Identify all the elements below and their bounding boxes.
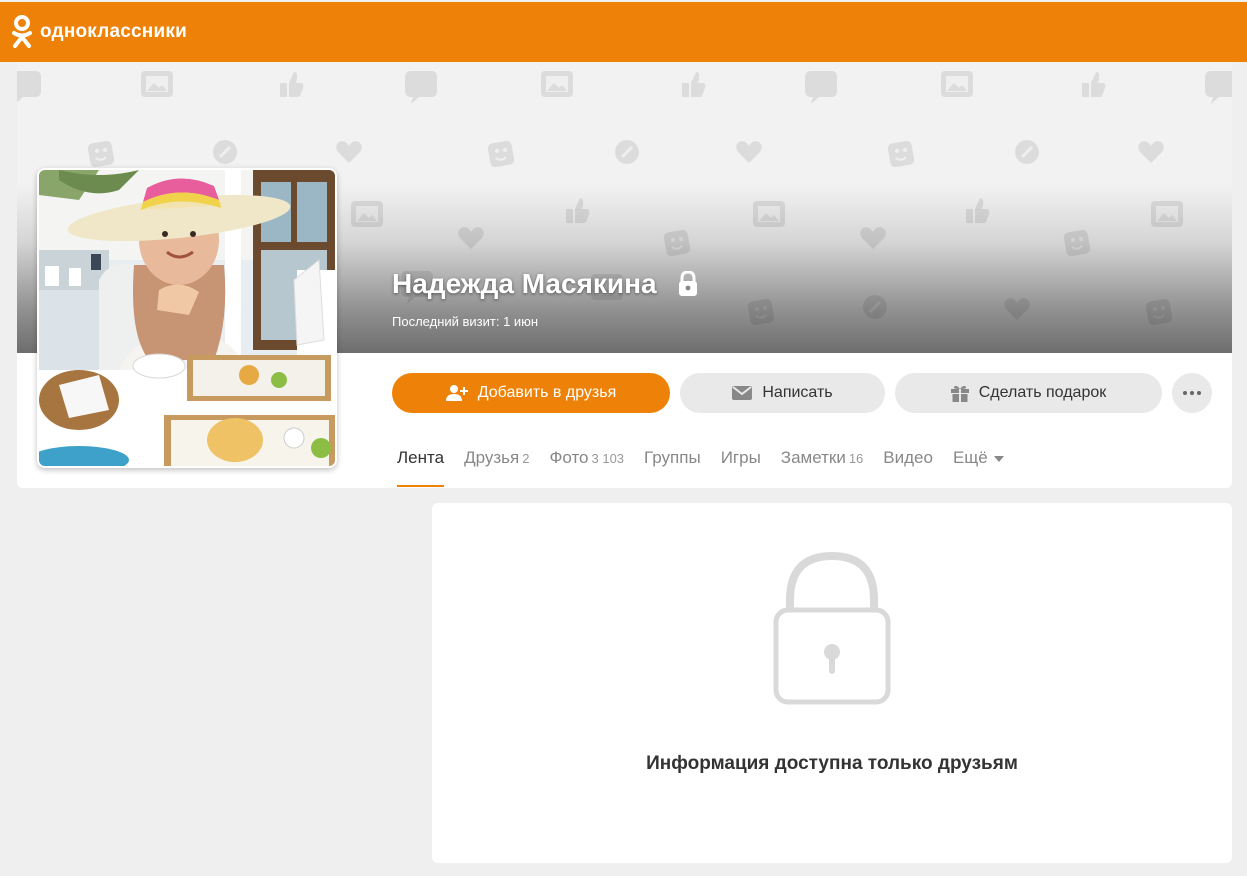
brand-name: одноклассники (40, 21, 187, 42)
tab-feed[interactable]: Лента (397, 437, 445, 487)
avatar-photo (39, 170, 335, 466)
private-profile-lock-icon (678, 271, 697, 296)
more-actions-button[interactable] (1172, 373, 1212, 413)
tab-label: Лента (397, 448, 445, 467)
write-message-label: Написать (762, 384, 833, 401)
more-dots-icon (1183, 391, 1201, 395)
tab-label: Игры (720, 448, 761, 467)
tab-photos[interactable]: Фото 3 103 (549, 437, 624, 487)
profile-name-row: Надежда Масякина (392, 268, 699, 300)
tab-games[interactable]: Игры (721, 437, 761, 487)
tab-count: 2 (522, 451, 530, 466)
add-friend-button[interactable]: Добавить в друзья (392, 373, 670, 413)
make-gift-button[interactable]: Сделать подарок (895, 373, 1162, 413)
profile-card: Надежда Масякина Последний визит: 1 июн … (17, 62, 1232, 488)
top-bar: одноклассники (0, 2, 1247, 62)
brand-logo-link[interactable]: одноклассники (10, 14, 187, 50)
ok-logo-icon (12, 15, 32, 48)
add-user-icon (445, 384, 468, 402)
tab-video[interactable]: Видео (883, 437, 933, 487)
add-friend-label: Добавить в друзья (477, 384, 617, 401)
tab-label: Друзья (464, 448, 520, 467)
tab-label: Группы (644, 448, 701, 467)
tab-count: 16 (848, 451, 864, 466)
envelope-icon (732, 386, 753, 400)
profile-avatar[interactable] (37, 168, 337, 468)
tab-groups[interactable]: Группы (644, 437, 701, 487)
write-message-button[interactable]: Написать (680, 373, 885, 413)
lock-icon (773, 551, 891, 705)
private-info-card: Информация доступна только друзьям (432, 503, 1232, 863)
tab-label: Заметки (780, 448, 846, 467)
tab-label: Фото (549, 448, 589, 467)
tab-notes[interactable]: Заметки 16 (781, 437, 864, 487)
last-visit: Последний визит: 1 июн (392, 314, 539, 329)
tab-count: 3 103 (591, 451, 625, 466)
tab-label: Видео (883, 448, 933, 467)
private-info-message: Информация доступна только друзьям (646, 753, 1018, 774)
gift-icon (950, 384, 969, 402)
tab-more[interactable]: Ещё (953, 437, 1004, 487)
tab-label: Ещё (952, 448, 988, 467)
profile-tabs: Лента Друзья 2 Фото 3 103 Группы Игры Заме… (392, 437, 1024, 487)
chevron-down-icon (993, 456, 1004, 462)
make-gift-label: Сделать подарок (978, 384, 1107, 401)
tab-friends[interactable]: Друзья 2 (464, 437, 529, 487)
profile-name: Надежда Масякина (392, 268, 657, 299)
